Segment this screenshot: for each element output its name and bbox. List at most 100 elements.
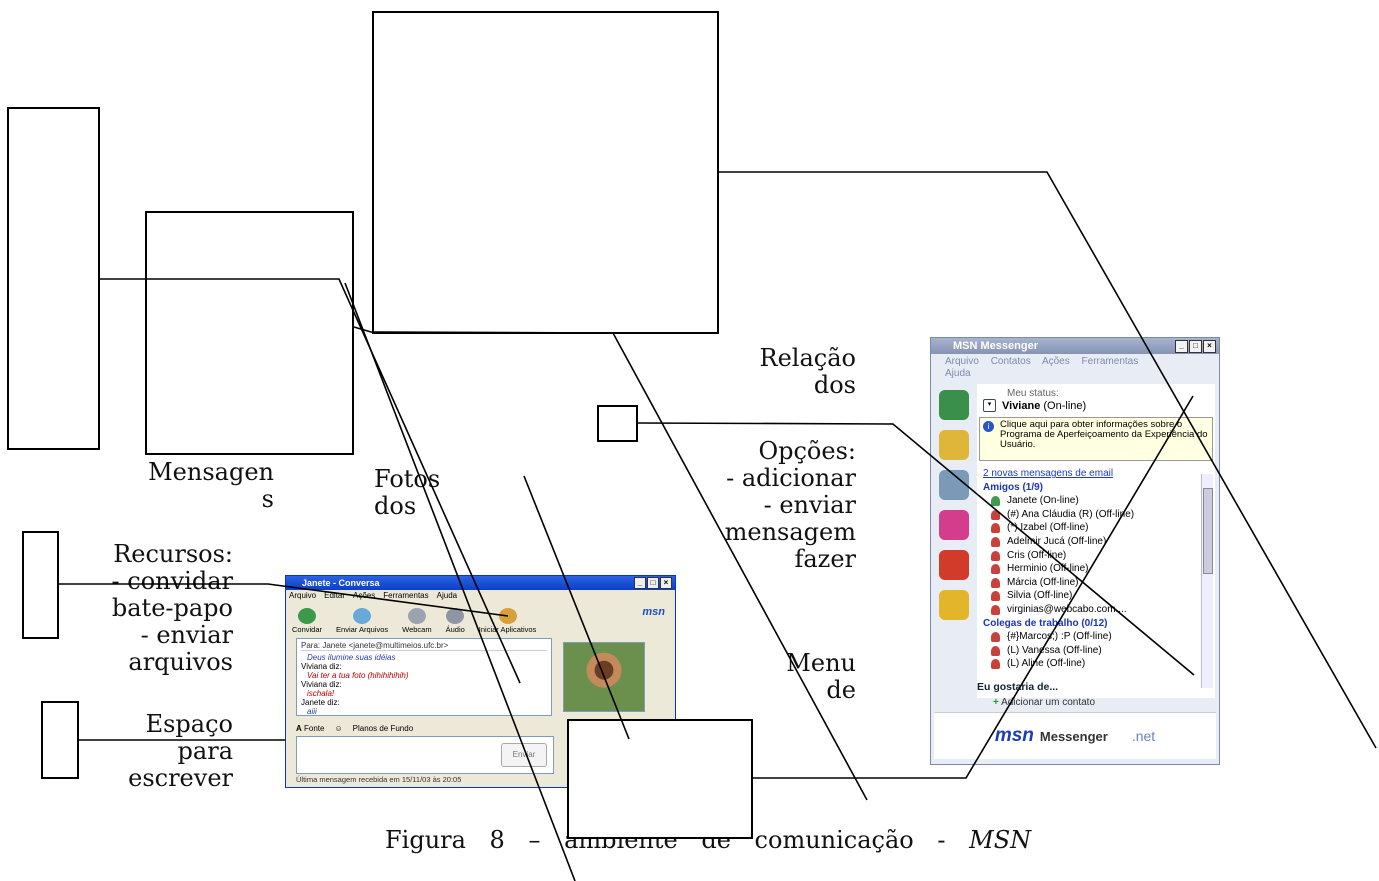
group-amigos[interactable]: Amigos (1/9)	[983, 481, 1215, 495]
plus-icon: +	[993, 697, 999, 708]
my-status[interactable]: ▾ Viviane (On-line)	[977, 399, 1215, 412]
audio-icon	[446, 608, 465, 624]
bell-icon[interactable]	[939, 430, 969, 460]
chat-speaker: Viviana diz:	[301, 680, 342, 689]
status-label: Meu status:	[1007, 388, 1059, 399]
menu-ferramentas[interactable]: Ferramentas	[1082, 356, 1139, 367]
user-icon[interactable]	[939, 390, 969, 420]
close-icon[interactable]: ×	[1203, 340, 1216, 353]
chat-message: aiii	[307, 707, 317, 716]
emoticon-icon[interactable]: ☺	[334, 723, 342, 735]
callout-box-left-tall	[7, 107, 100, 450]
chat-history[interactable]: Para: Janete <janete@multimeios.ufc.br> …	[296, 638, 552, 716]
contact-item[interactable]: (L) Aline (Off-line)	[983, 657, 1215, 671]
notes-icon[interactable]	[939, 470, 969, 500]
shopping-bag-icon[interactable]	[939, 590, 969, 620]
contact-item[interactable]: (#) Ana Cláudia (R) (Off-line)	[983, 508, 1215, 522]
callout-box-left-mid	[145, 211, 354, 455]
callout-box-small-square	[597, 405, 638, 442]
contact-item[interactable]: Herminio (Off-line)	[983, 562, 1215, 576]
conversation-toolbar: Convidar Enviar Arquivos Webcam Áudio In…	[286, 602, 675, 634]
message-input[interactable]: Enviar	[296, 736, 554, 774]
contacts-panel: Meu status: ▾ Viviane (On-line) i Clique…	[977, 384, 1215, 698]
messenger-titlebar: MSN Messenger _ □ ×	[931, 338, 1219, 354]
webcam-icon	[407, 608, 426, 624]
contact-item[interactable]: Adelmir Jucá (Off-line)	[983, 535, 1215, 549]
user-status: (On-line)	[1043, 399, 1087, 412]
conversation-titlebar: Janete - Conversa _ □ ×	[286, 576, 675, 590]
webcam-button[interactable]: Webcam	[402, 608, 432, 634]
contact-item[interactable]: Cris (Off-line)	[983, 549, 1215, 563]
menu-arquivo[interactable]: Arquivo	[289, 590, 316, 602]
chat-speaker: Janete diz:	[301, 698, 340, 707]
messenger-window: MSN Messenger _ □ × Arquivo Contatos Açõ…	[930, 337, 1220, 765]
invite-button[interactable]: Convidar	[292, 608, 322, 634]
apps-icon	[498, 608, 517, 624]
messenger-menubar: Arquivo Contatos Ações Ferramentas Ajuda	[931, 354, 1219, 382]
chat-message: Deus ilumine suas idéias	[307, 653, 396, 662]
send-button[interactable]: Enviar	[501, 743, 547, 767]
send-files-icon	[353, 608, 372, 624]
maximize-icon[interactable]: □	[1189, 340, 1202, 353]
send-files-button[interactable]: Enviar Arquivos	[336, 608, 388, 634]
callout-box-espaco	[41, 701, 79, 779]
contact-item[interactable]: virginias@webcabo.com....	[983, 603, 1215, 617]
chat-message: ischala!	[307, 689, 335, 698]
contact-item[interactable]: {#}Marcos;) :P (Off-line)	[983, 630, 1215, 644]
contact-item[interactable]: Silvia (Off-line)	[983, 589, 1215, 603]
phone-icon[interactable]	[939, 550, 969, 580]
menu-acoes[interactable]: Ações	[1042, 356, 1070, 367]
mtv-icon[interactable]	[939, 510, 969, 540]
messenger-brand-banner: msn Messenger .net	[934, 712, 1216, 759]
format-bar: A Fonte ☺ Planos de Fundo	[296, 723, 552, 735]
wish-menu[interactable]: Eu gostaria de...	[977, 681, 1215, 693]
callout-box-recursos	[22, 531, 59, 639]
minimize-icon[interactable]: _	[1175, 340, 1188, 353]
contact-photo	[563, 642, 645, 712]
scrollbar-thumb[interactable]	[1203, 488, 1213, 574]
label-menu: Menu de	[786, 650, 856, 704]
messenger-wordmark: Messenger	[1039, 728, 1108, 744]
label-relacao: Relação dos	[759, 345, 856, 399]
chat-message: Vai ter a tua foto (hihihihihih)	[307, 671, 409, 680]
start-apps-button[interactable]: Iniciar Aplicativos	[479, 608, 536, 634]
callout-box-large-top	[372, 11, 719, 334]
label-mensagens: Mensagen s	[148, 459, 274, 513]
contact-list: 2 novas mensagens de email Amigos (1/9) …	[977, 467, 1215, 671]
menu-ajuda[interactable]: Ajuda	[437, 590, 457, 602]
label-recursos: Recursos: - convidar bate-papo - enviar arqu…	[111, 541, 233, 676]
user-name: Viviane	[1002, 399, 1041, 412]
menu-editar[interactable]: Editar	[324, 590, 345, 602]
menu-arquivo[interactable]: Arquivo	[945, 356, 979, 367]
audio-button[interactable]: Áudio	[446, 608, 465, 634]
menu-ferramentas[interactable]: Ferramentas	[383, 590, 428, 602]
close-icon[interactable]: ×	[660, 577, 672, 589]
msn-logo: msn	[642, 606, 665, 618]
menu-ajuda[interactable]: Ajuda	[945, 368, 971, 379]
contact-item[interactable]: (*) Izabel (Off-line)	[983, 521, 1215, 535]
menu-contatos[interactable]: Contatos	[991, 356, 1031, 367]
info-icon: i	[983, 421, 994, 432]
label-espaco: Espaço para escrever	[128, 711, 233, 792]
chat-speaker: Viviana diz:	[301, 662, 342, 671]
conversation-status: Última mensagem recebida em 15/11/03 às …	[296, 775, 462, 784]
info-banner[interactable]: i Clique aqui para obter informações sob…	[979, 417, 1213, 461]
to-line: Para: Janete <janete@multimeios.ufc.br>	[301, 641, 547, 651]
chevron-down-icon[interactable]: ▾	[983, 399, 996, 412]
minimize-icon[interactable]: _	[634, 577, 646, 589]
font-button[interactable]: A Fonte	[296, 723, 324, 735]
group-colegas[interactable]: Colegas de trabalho (0/12)	[983, 617, 1215, 631]
contact-item[interactable]: (L) Vanessa (Off-line)	[983, 644, 1215, 658]
contact-item[interactable]: Márcia (Off-line)	[983, 576, 1215, 590]
add-contact-link[interactable]: + Adicionar um contato	[977, 697, 1231, 708]
contact-list-scrollbar[interactable]	[1201, 474, 1213, 688]
maximize-icon[interactable]: □	[647, 577, 659, 589]
backgrounds-button[interactable]: Planos de Fundo	[353, 723, 414, 735]
menu-acoes[interactable]: Ações	[353, 590, 375, 602]
email-link[interactable]: 2 novas mensagens de email	[983, 467, 1215, 481]
messenger-title: MSN Messenger	[953, 340, 1038, 352]
callout-box-bottom	[567, 719, 753, 839]
conversation-menubar: Arquivo Editar Ações Ferramentas Ajuda	[286, 590, 675, 602]
contact-item[interactable]: Janete (On-line)	[983, 494, 1215, 508]
label-opcoes: Opções: - adicionar - enviar mensagem fazer	[724, 438, 856, 573]
